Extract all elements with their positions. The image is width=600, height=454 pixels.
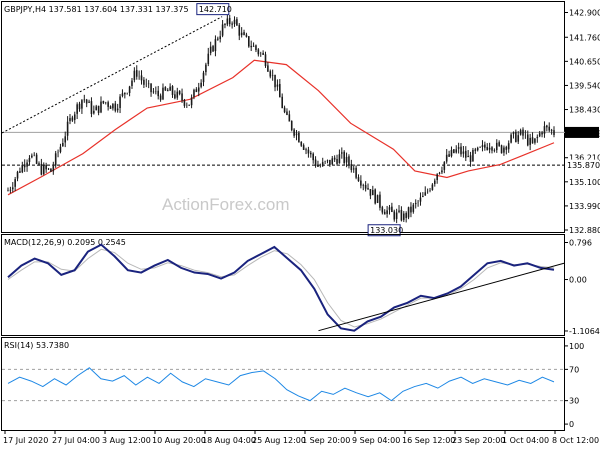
watermark: ActionForex.com <box>162 195 290 214</box>
x-tick-label: 8 Oct 12:00 <box>552 436 599 445</box>
x-tick-label: 10 Aug 20:00 <box>152 436 206 445</box>
x-tick-label: 27 Jul 04:00 <box>52 436 100 445</box>
last-price-tag: 137.375 <box>567 128 600 137</box>
price-y-tick-label: 138.430 <box>569 106 600 115</box>
chart-root: GBPJPY,H4 137.581 137.604 137.331 137.37… <box>0 0 600 450</box>
x-tick-label: 23 Sep 20:00 <box>452 436 505 445</box>
rsi-y-tick-label: 100 <box>569 342 584 351</box>
rsi-y-tick-label: 30 <box>569 397 579 406</box>
rsi-title: RSI(14) 53.7380 <box>4 341 69 350</box>
macd-y-tick-label: 0.00 <box>569 276 587 285</box>
price-header: GBPJPY,H4 137.581 137.604 137.331 137.37… <box>4 5 189 14</box>
x-tick-label: 17 Jul 2020 <box>3 436 48 445</box>
low-annotation: 133.030 <box>370 226 403 235</box>
price-y-tick-label: 140.650 <box>569 57 600 66</box>
x-tick-label: 1 Oct 04:00 <box>502 436 549 445</box>
x-tick-label: 18 Aug 04:00 <box>202 436 256 445</box>
high-annotation: 142.710 <box>199 5 232 14</box>
rsi-y-tick-label: 70 <box>569 365 579 374</box>
x-tick-label: 9 Sep 04:00 <box>352 436 400 445</box>
level-price-tag: 135.870 <box>567 161 600 170</box>
price-y-tick-label: 141.760 <box>569 33 600 42</box>
price-y-tick-label: 133.990 <box>569 202 600 211</box>
x-tick-label: 3 Aug 12:00 <box>102 436 151 445</box>
macd-y-tick-label: -1.1064 <box>569 327 600 336</box>
price-y-tick-label: 139.540 <box>569 81 600 90</box>
chart-background <box>0 0 600 450</box>
macd-y-tick-label: 0.796 <box>569 239 592 248</box>
x-tick-label: 1 Sep 20:00 <box>302 436 350 445</box>
x-tick-label: 25 Aug 12:00 <box>252 436 306 445</box>
chart-svg: GBPJPY,H4 137.581 137.604 137.331 137.37… <box>0 0 600 450</box>
price-y-tick-label: 132.880 <box>569 226 600 235</box>
rsi-y-tick-label: 0 <box>569 420 574 429</box>
price-y-tick-label: 142.900 <box>569 9 600 18</box>
price-y-tick-label: 135.100 <box>569 178 600 187</box>
x-tick-label: 16 Sep 12:00 <box>402 436 455 445</box>
macd-title: MACD(12,26,9) 0.2095 0.2545 <box>4 238 126 247</box>
